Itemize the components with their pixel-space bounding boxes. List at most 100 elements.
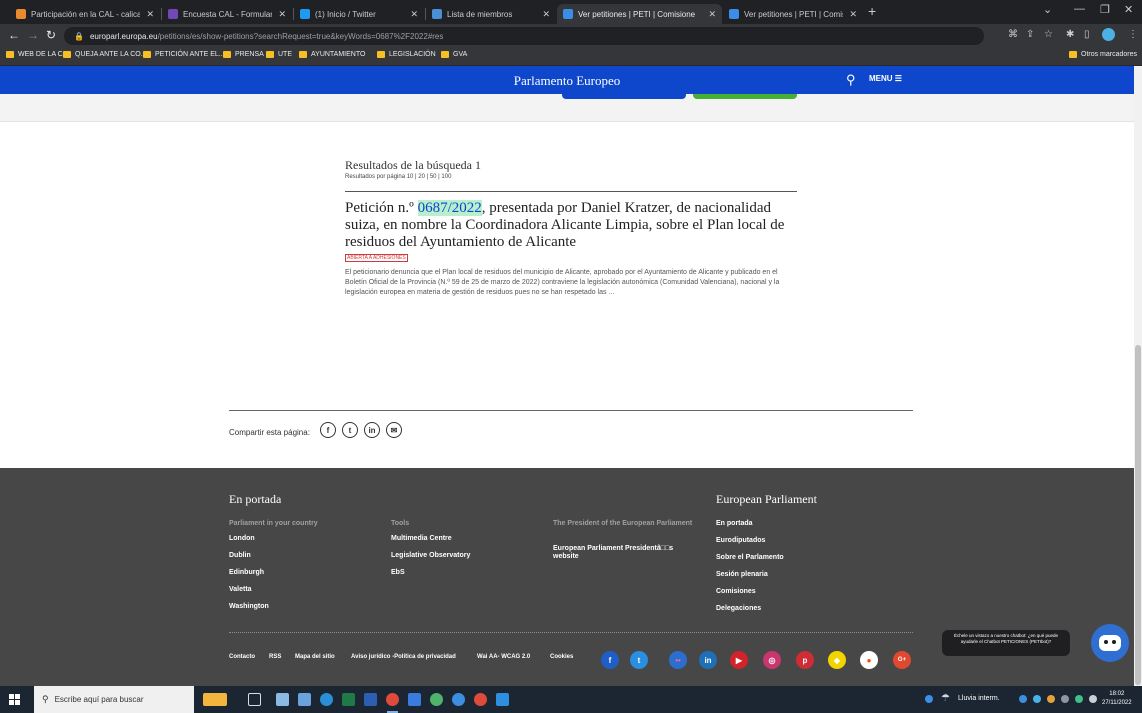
tray-app-icon[interactable] <box>1033 695 1041 703</box>
minimize-icon[interactable]: — <box>1074 3 1085 15</box>
footer-link[interactable]: Sobre el Parlamento <box>716 554 784 561</box>
restore-icon[interactable]: ❐ <box>1100 3 1110 16</box>
footer-link[interactable]: European Parliament Presidentâ□□s websit… <box>553 545 698 561</box>
address-bar[interactable]: 🔒 europarl.europa.eu /petitions/es/show-… <box>64 27 984 45</box>
footer-link[interactable]: Edinburgh <box>229 569 264 576</box>
scrollbar-thumb[interactable] <box>1135 345 1141 685</box>
email-share-icon[interactable]: ✉ <box>386 422 402 438</box>
network-icon[interactable] <box>1061 695 1069 703</box>
footer-link[interactable]: Comisiones <box>716 588 756 595</box>
footer-link[interactable]: Sesión plenaria <box>716 571 768 578</box>
chrome-app-icon[interactable] <box>474 693 487 706</box>
site-title[interactable]: Parlamento Europeo <box>0 73 1134 89</box>
other-bookmarks[interactable]: Otros marcadores <box>1069 51 1137 58</box>
explorer-app-icon[interactable] <box>276 693 289 706</box>
close-tab-icon[interactable]: ✕ <box>278 9 286 20</box>
widget-icon[interactable] <box>203 693 227 706</box>
new-tab-icon[interactable]: + <box>868 3 876 19</box>
close-window-icon[interactable]: ✕ <box>1124 3 1133 16</box>
snapchat-icon[interactable]: ◆ <box>828 651 846 669</box>
bookmark-item[interactable]: PRENSA <box>223 51 264 58</box>
results-per-page[interactable]: Resultados por página 10 | 20 | 50 | 100 <box>345 174 451 180</box>
close-tab-icon[interactable]: ✕ <box>410 9 418 20</box>
reload-icon[interactable]: ↻ <box>46 28 56 42</box>
facebook-icon[interactable]: f <box>601 651 619 669</box>
bookmark-item[interactable]: LEGISLACIÓN <box>377 51 436 58</box>
footer-bottom-link[interactable]: RSS <box>269 654 281 660</box>
taskbar-search-input[interactable]: ⚲ Escribe aquí para buscar <box>34 686 194 713</box>
bookmark-item[interactable]: AYUNTAMIENTO <box>299 51 365 58</box>
footer-bottom-link[interactable]: Contacto <box>229 654 255 660</box>
youtube-icon[interactable]: ▶ <box>730 651 748 669</box>
footer-link[interactable]: Washington <box>229 603 269 610</box>
tray-app-icon[interactable] <box>1019 695 1027 703</box>
extensions-icon[interactable]: ✱ <box>1066 29 1074 40</box>
mail-app-icon[interactable] <box>408 693 421 706</box>
linkedin-share-icon[interactable]: in <box>364 422 380 438</box>
footer-bottom-link[interactable]: Aviso jurídico -Política de privacidad <box>351 654 456 660</box>
kebab-menu-icon[interactable]: ⋮ <box>1128 29 1138 40</box>
chatbot-icon[interactable] <box>1091 624 1129 662</box>
linkedin-icon[interactable]: in <box>699 651 717 669</box>
volume-icon[interactable] <box>1089 695 1097 703</box>
app-icon[interactable] <box>452 693 465 706</box>
green-action-button[interactable] <box>693 94 797 99</box>
bookmark-star-icon[interactable]: ☆ <box>1044 29 1053 40</box>
flickr-icon[interactable]: •• <box>669 651 687 669</box>
footer-link[interactable]: EbS <box>391 569 405 576</box>
help-icon[interactable] <box>925 695 933 703</box>
blue-action-button[interactable] <box>562 94 686 99</box>
edge-app-icon[interactable] <box>320 693 333 706</box>
facebook-share-icon[interactable]: f <box>320 422 336 438</box>
footer-link[interactable]: Legislative Observatory <box>391 552 470 559</box>
tray-app-icon[interactable] <box>1047 695 1055 703</box>
share-icon[interactable]: ⇪ <box>1026 29 1034 40</box>
browser-tab-active[interactable]: Ver petitiones | PETI | Comisione ✕ <box>557 4 722 24</box>
browser-tab[interactable]: Lista de miembros ✕ <box>426 4 556 24</box>
excel-app-icon[interactable] <box>342 693 355 706</box>
bookmark-item[interactable]: GVA <box>441 51 467 58</box>
footer-link[interactable]: Eurodiputados <box>716 537 765 544</box>
photos-app-icon[interactable] <box>496 693 509 706</box>
footer-link[interactable]: Dublin <box>229 552 251 559</box>
close-tab-icon[interactable]: ✕ <box>542 9 550 20</box>
profile-avatar[interactable] <box>1102 28 1115 41</box>
bookmark-item[interactable]: UTE <box>266 51 292 58</box>
forward-icon[interactable]: → <box>27 28 39 42</box>
close-tab-icon[interactable]: ✕ <box>849 9 857 20</box>
footer-link[interactable]: Multimedia Centre <box>391 535 452 542</box>
word-app-icon[interactable] <box>364 693 377 706</box>
footer-bottom-link[interactable]: Wai AA- WCAG 2.0 <box>477 654 530 660</box>
close-tab-icon[interactable]: ✕ <box>146 9 154 20</box>
task-view-icon[interactable] <box>248 693 261 706</box>
sidepanel-icon[interactable]: ▯ <box>1084 29 1090 40</box>
browser-tab[interactable]: (1) Inicio / Twitter ✕ <box>294 4 424 24</box>
twitter-icon[interactable]: t <box>630 651 648 669</box>
tab-search-icon[interactable]: ⌄ <box>1043 3 1052 16</box>
bookmark-item[interactable]: PETICIÓN ANTE EL... <box>143 51 225 58</box>
footer-link[interactable]: En portada <box>716 520 753 527</box>
browser-tab[interactable]: Ver petitiones | PETI | Comisione ✕ <box>723 4 863 24</box>
footer-bottom-link[interactable]: Cookies <box>550 654 573 660</box>
pinterest-icon[interactable]: p <box>796 651 814 669</box>
twitter-share-icon[interactable]: t <box>342 422 358 438</box>
browser-tab[interactable]: Encuesta CAL - Formularios de G ✕ <box>162 4 292 24</box>
menu-button[interactable]: MENU ☰ <box>869 74 902 83</box>
petition-title-link[interactable]: Petición n.º 0687/2022, presentada por D… <box>345 200 785 251</box>
bookmark-item[interactable]: QUEJA ANTE LA CO... <box>63 51 147 58</box>
translate-icon[interactable]: ⌘ <box>1008 29 1018 40</box>
footer-link[interactable]: Valetta <box>229 586 252 593</box>
windows-start-icon[interactable] <box>9 694 20 705</box>
footer-bottom-link[interactable]: Mapa del sitio <box>295 654 335 660</box>
tray-app-icon[interactable] <box>1075 695 1083 703</box>
search-icon[interactable]: ⚲ <box>846 72 856 88</box>
chrome-app-icon[interactable] <box>386 693 399 706</box>
maps-app-icon[interactable] <box>430 693 443 706</box>
browser-tab[interactable]: Participación en la CAL - calicant ✕ <box>10 4 160 24</box>
taskbar-clock[interactable]: 18:02 27/11/2022 <box>1102 690 1132 708</box>
bookmark-item[interactable]: WEB DE LA CAL <box>6 51 71 58</box>
weather-text[interactable]: Lluvia interm. <box>958 695 1000 702</box>
close-tab-icon[interactable]: ✕ <box>708 9 716 20</box>
footer-link[interactable]: Delegaciones <box>716 605 761 612</box>
googleplus-icon[interactable]: G+ <box>893 651 911 669</box>
